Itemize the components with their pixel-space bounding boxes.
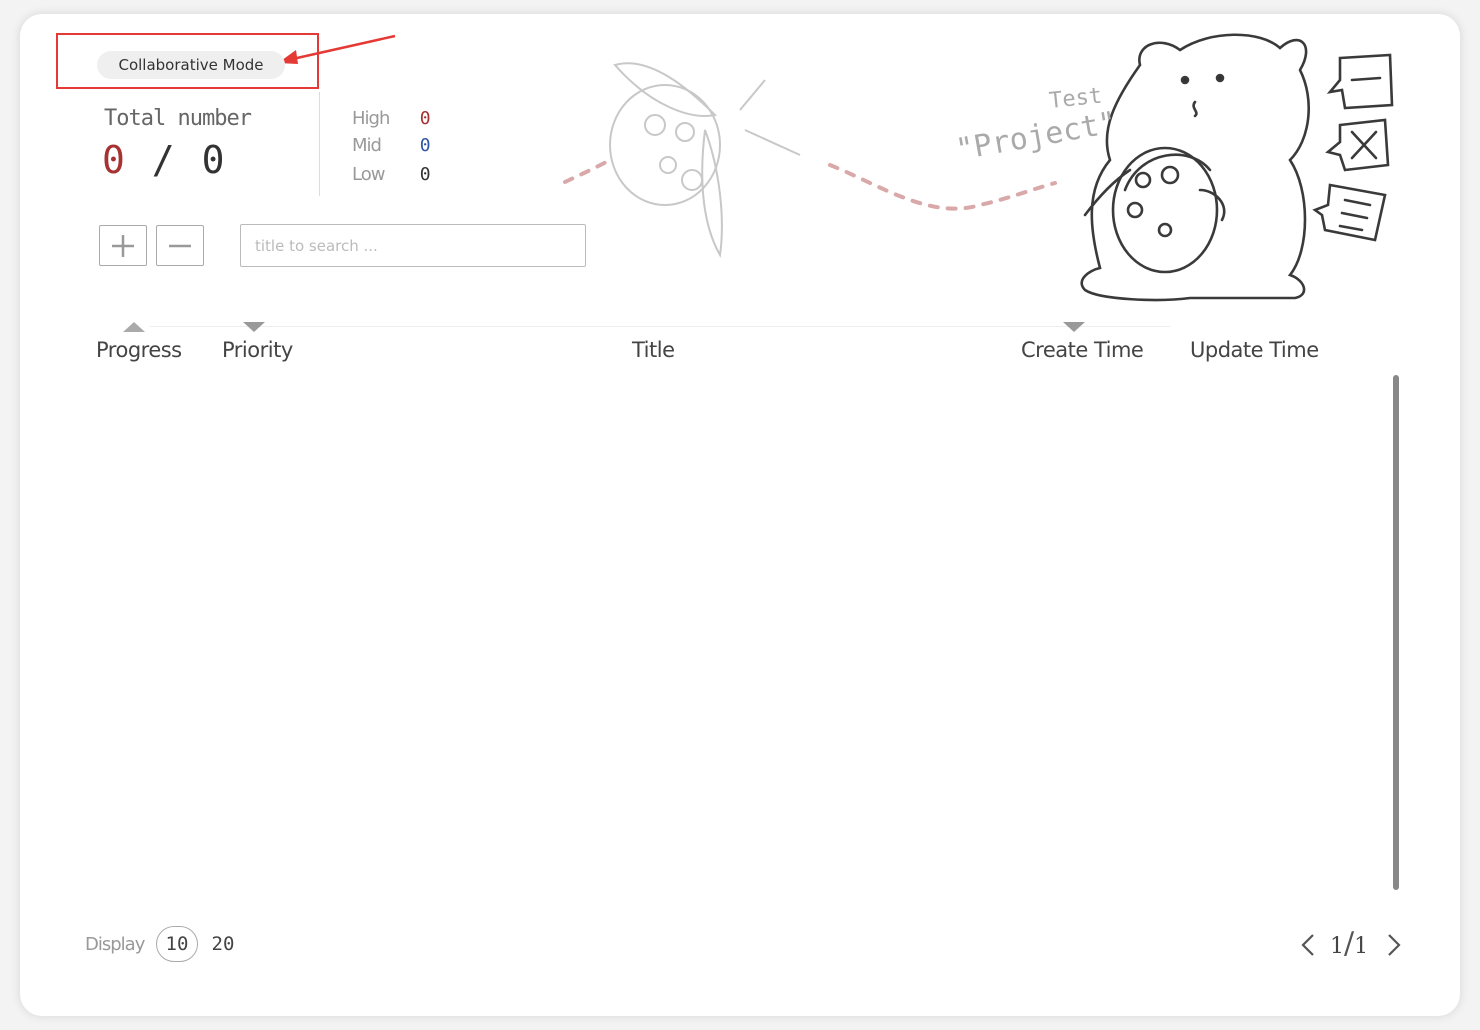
total-number-label: Total number (104, 106, 252, 131)
sort-desc-icon[interactable] (243, 322, 265, 332)
ladybug-bear-illustration: Test "Project" (563, 33, 1394, 302)
page-current: 1 (1330, 934, 1344, 959)
next-page-icon[interactable] (1384, 932, 1404, 958)
page-total: 1 (1354, 934, 1369, 959)
column-header-update-time[interactable]: Update Time (1190, 338, 1319, 362)
table-scrollbar[interactable] (1393, 375, 1399, 890)
column-header-progress[interactable]: Progress (96, 338, 182, 362)
priority-high-row: High 0 (352, 108, 431, 129)
total-all-count: 0 (201, 138, 227, 182)
column-header-priority[interactable]: Priority (222, 338, 293, 362)
total-done-count: 0 (102, 138, 127, 182)
page-indicator: 1/1 (1330, 926, 1368, 961)
priority-mid-count: 0 (419, 135, 431, 156)
priority-low-row: Low 0 (352, 164, 431, 185)
display-label: Display (85, 934, 145, 955)
annotation-arrow-icon (278, 34, 396, 64)
page-size-10[interactable]: 10 (156, 926, 198, 962)
column-header-title[interactable]: Title (632, 338, 675, 362)
sort-desc-icon[interactable] (1063, 322, 1085, 332)
priority-high-count: 0 (419, 108, 431, 129)
total-separator: / (151, 138, 177, 182)
remove-task-button[interactable] (156, 225, 204, 266)
column-header-create-time[interactable]: Create Time (1021, 338, 1144, 362)
illustration-text-project: "Project" (953, 105, 1119, 168)
total-number-value: 0 / 0 (102, 138, 226, 182)
title-search-input[interactable] (240, 224, 586, 267)
table-header-line (150, 326, 1170, 327)
priority-mid-label: Mid (352, 135, 382, 156)
collaborative-mode-button[interactable]: Collaborative Mode (97, 51, 285, 79)
add-task-button[interactable] (99, 225, 147, 266)
priority-low-label: Low (352, 164, 385, 185)
page-size-20[interactable]: 20 (208, 926, 238, 962)
priority-mid-row: Mid 0 (352, 135, 431, 156)
prev-page-icon[interactable] (1298, 932, 1318, 958)
priority-low-count: 0 (419, 164, 431, 185)
minus-icon (169, 244, 191, 247)
priority-high-label: High (352, 108, 390, 129)
summary-divider (319, 92, 320, 196)
sort-asc-icon[interactable] (123, 322, 145, 332)
page-separator: / (1344, 926, 1355, 961)
plus-icon (112, 234, 134, 257)
